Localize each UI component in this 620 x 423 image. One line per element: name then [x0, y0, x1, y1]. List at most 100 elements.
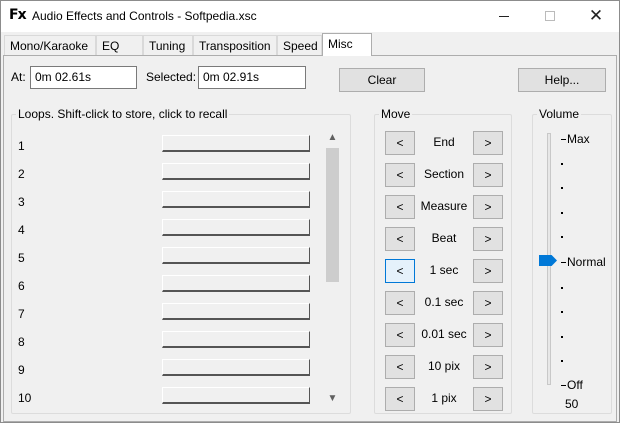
title-bar[interactable]: Fx Audio Effects and Controls - Softpedi…: [1, 1, 619, 32]
tab-transposition[interactable]: Transposition: [193, 35, 277, 56]
tab-speed[interactable]: Speed: [277, 35, 322, 56]
move-1-sec-back-button[interactable]: <: [385, 259, 415, 283]
tick-mark: [561, 336, 563, 338]
volume-slider[interactable]: Max Normal Off: [539, 117, 609, 407]
move-10-pix-back-button[interactable]: <: [385, 355, 415, 379]
loop-number: 6: [18, 279, 25, 293]
move-1-pix-forward-button[interactable]: >: [473, 387, 503, 411]
volume-max-label: Max: [567, 132, 590, 146]
selected-duration-field[interactable]: 0m 02.91s: [198, 66, 306, 89]
loops-group-title: Loops. Shift-click to store, click to re…: [16, 107, 230, 121]
move-row-0-1-sec: < 0.1 sec >: [385, 291, 515, 319]
tick-mark: [561, 385, 566, 386]
close-button[interactable]: ✕: [573, 1, 619, 31]
volume-off-label: Off: [567, 378, 583, 392]
loops-scrollbar[interactable]: ▲ ▼: [324, 129, 341, 407]
loop-slot-button[interactable]: [162, 303, 310, 320]
selected-label: Selected:: [146, 70, 197, 84]
move-section-forward-button[interactable]: >: [473, 163, 503, 187]
minimize-button[interactable]: [481, 1, 527, 31]
loop-row: 2: [12, 159, 332, 187]
move-0-01-sec-forward-button[interactable]: >: [473, 323, 503, 347]
loop-slot-button[interactable]: [162, 275, 310, 292]
loop-number: 2: [18, 167, 25, 181]
misc-tab-panel: At: 0m 02.61s Selected: 0m 02.91s Clear …: [3, 55, 617, 422]
loop-row: 10: [12, 383, 332, 411]
loops-group: Loops. Shift-click to store, click to re…: [11, 107, 351, 414]
loop-slot-button[interactable]: [162, 135, 310, 152]
scroll-down-arrow-icon[interactable]: ▼: [324, 390, 341, 407]
volume-value: 50: [565, 397, 579, 411]
loop-number: 8: [18, 335, 25, 349]
move-row-label: 0.01 sec: [421, 327, 467, 341]
move-row-label: 1 pix: [431, 391, 457, 405]
loop-slot-button[interactable]: [162, 191, 310, 208]
move-10-pix-forward-button[interactable]: >: [473, 355, 503, 379]
move-group: Move < End > < Section > < Measure > < B…: [374, 107, 515, 415]
move-row-10-pix: < 10 pix >: [385, 355, 515, 383]
tick-mark: [561, 187, 563, 189]
move-row-label: End: [433, 135, 455, 149]
loop-number: 9: [18, 363, 25, 377]
volume-group: Volume Max Normal Off 50: [532, 107, 612, 414]
move-row-measure: < Measure >: [385, 195, 515, 223]
loop-slot-button[interactable]: [162, 331, 310, 348]
tab-misc[interactable]: Misc: [322, 33, 372, 56]
loop-number: 7: [18, 307, 25, 321]
move-end-back-button[interactable]: <: [385, 131, 415, 155]
volume-normal-label: Normal: [567, 255, 606, 269]
tick-mark: [561, 360, 563, 362]
loop-slot-button[interactable]: [162, 387, 310, 404]
loop-slot-button[interactable]: [162, 359, 310, 376]
move-beat-forward-button[interactable]: >: [473, 227, 503, 251]
move-0-01-sec-back-button[interactable]: <: [385, 323, 415, 347]
loop-row: 1: [12, 131, 332, 159]
at-label: At:: [11, 70, 26, 84]
main-window: Fx Audio Effects and Controls - Softpedi…: [0, 0, 620, 423]
tick-mark: [561, 262, 566, 263]
fx-app-icon: Fx: [9, 7, 27, 23]
volume-slider-thumb[interactable]: [539, 255, 557, 266]
tick-mark: [561, 311, 563, 313]
help-button[interactable]: Help...: [518, 68, 606, 92]
scroll-up-arrow-icon[interactable]: ▲: [324, 129, 341, 146]
tick-mark: [561, 236, 563, 238]
move-row-1-sec: < 1 sec >: [385, 259, 515, 287]
minimize-icon: [499, 15, 509, 17]
clear-button[interactable]: Clear: [339, 68, 425, 92]
move-beat-back-button[interactable]: <: [385, 227, 415, 251]
tab-mono-karaoke[interactable]: Mono/Karaoke: [4, 35, 96, 56]
move-row-0-01-sec: < 0.01 sec >: [385, 323, 515, 351]
move-0-1-sec-forward-button[interactable]: >: [473, 291, 503, 315]
loop-slot-button[interactable]: [162, 163, 310, 180]
move-row-section: < Section >: [385, 163, 515, 191]
move-measure-back-button[interactable]: <: [385, 195, 415, 219]
close-icon: ✕: [588, 6, 604, 25]
maximize-button[interactable]: [527, 1, 573, 31]
loop-row: 3: [12, 187, 332, 215]
loop-number: 10: [18, 391, 32, 405]
tab-tuning[interactable]: Tuning: [143, 35, 193, 56]
tick-mark: [561, 139, 566, 140]
loop-slot-button[interactable]: [162, 219, 310, 236]
tick-mark: [561, 212, 563, 214]
move-end-forward-button[interactable]: >: [473, 131, 503, 155]
loop-number: 3: [18, 195, 25, 209]
move-row-1-pix: < 1 pix >: [385, 387, 515, 415]
move-row-label: 10 pix: [427, 359, 461, 373]
scroll-thumb[interactable]: [326, 148, 339, 282]
move-0-1-sec-back-button[interactable]: <: [385, 291, 415, 315]
move-measure-forward-button[interactable]: >: [473, 195, 503, 219]
loop-row: 5: [12, 243, 332, 271]
loop-row: 4: [12, 215, 332, 243]
move-group-title: Move: [379, 107, 413, 121]
loop-number: 1: [18, 139, 25, 153]
move-section-back-button[interactable]: <: [385, 163, 415, 187]
loop-slot-button[interactable]: [162, 247, 310, 264]
move-1-sec-forward-button[interactable]: >: [473, 259, 503, 283]
loop-row: 9: [12, 355, 332, 383]
move-1-pix-back-button[interactable]: <: [385, 387, 415, 411]
at-position-field[interactable]: 0m 02.61s: [30, 66, 137, 89]
tab-eq[interactable]: EQ: [96, 35, 143, 56]
tick-mark: [561, 287, 563, 289]
